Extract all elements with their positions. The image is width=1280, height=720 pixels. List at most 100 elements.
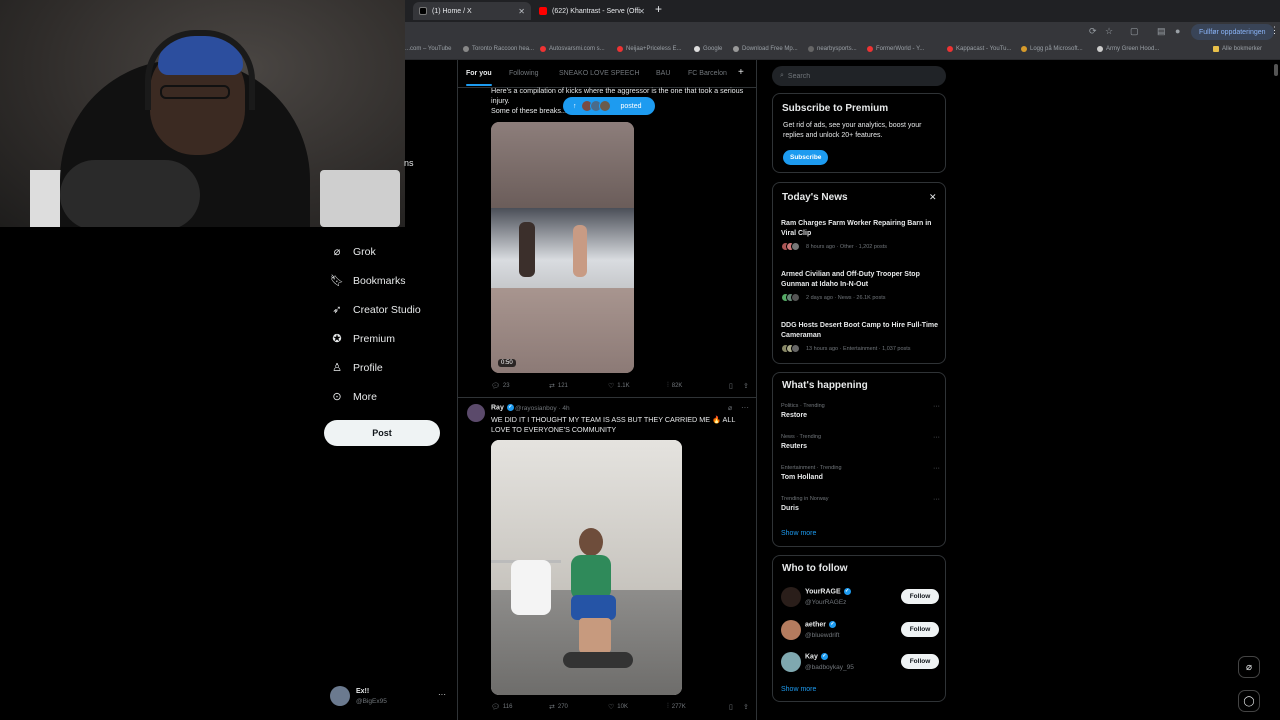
share-button[interactable]: ⇪ [743, 703, 752, 711]
trend-item[interactable]: Trending in Norway Duris ··· [781, 496, 941, 512]
trend-context: News · Trending [781, 434, 822, 440]
search-input[interactable]: ⌕ [772, 66, 946, 86]
tweet-author-name[interactable]: Ray ✓ [491, 404, 517, 411]
repost-button[interactable]: ⇄ 121 [549, 382, 568, 390]
bookmark-item[interactable]: Google [694, 46, 722, 52]
video-frame-arena [491, 208, 634, 288]
messages-float-button[interactable]: ◯ [1238, 690, 1260, 712]
like-button[interactable]: ♡ 10K [608, 703, 628, 711]
grok-float-button[interactable]: ⌀ [1238, 656, 1260, 678]
more-icon[interactable]: ··· [933, 496, 940, 503]
photo-toilet [511, 560, 551, 615]
close-icon[interactable]: ✕ [518, 7, 525, 16]
tweet-author-handle[interactable]: @rayosianboy · 4h [515, 405, 570, 412]
more-icon[interactable]: ··· [933, 434, 940, 441]
views-button[interactable]: ⫶ 277K [667, 703, 686, 711]
bookmark-item[interactable]: ...com – YouTube [405, 46, 451, 52]
show-more-link[interactable]: Show more [781, 530, 816, 537]
close-icon[interactable]: ✕ [929, 192, 937, 203]
follow-suggestion[interactable]: Kay ✓ @badboykay_95 Follow [781, 650, 941, 674]
bookmark-item[interactable]: FormerWorld - Y... [867, 46, 924, 52]
nav-item-profile[interactable]: ♙ Profile [320, 353, 455, 382]
tweet-video[interactable]: 0:50 [491, 122, 634, 373]
scrollbar[interactable] [1274, 64, 1278, 76]
bookmark-item[interactable]: Autosvarsmi.com s... [540, 46, 605, 52]
trend-item[interactable]: Politics · Trending Restore ··· [781, 403, 941, 419]
new-posts-pill[interactable]: ↑ posted [563, 97, 655, 115]
like-button[interactable]: ♡ 1.1K [608, 382, 630, 390]
reply-button[interactable]: 💬︎ 23 [491, 382, 510, 390]
tab-bau[interactable]: BAU [656, 70, 670, 77]
tab-fc-barcelona[interactable]: FC Barcelon [688, 70, 727, 77]
bookmark-item[interactable]: Logg på Microsoft... [1021, 46, 1083, 52]
bookmark-item[interactable]: Toronto Raccoon hea... [463, 46, 534, 52]
bookmark-button[interactable]: ▯ [729, 382, 736, 390]
show-more-link[interactable]: Show more [781, 686, 816, 693]
bookmark-item[interactable]: Army Green Hood... [1097, 46, 1159, 52]
bookmark-folder[interactable]: Alle bokmerker [1213, 46, 1262, 52]
add-tab-icon[interactable]: + [738, 67, 744, 78]
news-item[interactable]: Armed Civilian and Off-Duty Trooper Stop… [781, 270, 941, 302]
browser-tab-home[interactable]: (1) Home / X ✕ [413, 2, 531, 20]
news-headline: Ram Charges Farm Worker Repairing Barn i… [781, 220, 932, 237]
sidepanel-icon[interactable]: ▤ [1157, 26, 1166, 37]
avatar[interactable] [467, 404, 485, 422]
more-icon[interactable]: ··· [741, 403, 749, 412]
account-switcher[interactable]: Ex!! @BigEx95 ··· [330, 686, 450, 710]
menu-icon[interactable]: ⋮ [1270, 25, 1279, 36]
trend-item[interactable]: Entertainment · Trending Tom Holland ··· [781, 465, 941, 481]
puzzle-icon[interactable]: ▢ [1130, 26, 1139, 37]
profile-avatar-icon[interactable]: ● [1175, 26, 1180, 36]
follow-suggestion[interactable]: YourRAGE ✓ @YourRAGEz Follow [781, 585, 941, 609]
bookmark-item[interactable]: Neijaa+Priceless E... [617, 46, 682, 52]
news-item[interactable]: Ram Charges Farm Worker Repairing Barn i… [781, 219, 941, 251]
bookmark-item[interactable]: Download Free Mp... [733, 46, 798, 52]
bookmark-item[interactable]: Kappacast - YouTu... [947, 46, 1011, 52]
whats-happening-card: What's happening Politics · Trending Res… [772, 372, 946, 547]
bookmark-button[interactable]: ▯ [729, 703, 736, 711]
nav-item-bookmarks[interactable]: 🔖︎ Bookmarks [320, 266, 455, 295]
follow-button[interactable]: Follow [901, 622, 939, 637]
subscribe-button[interactable]: Subscribe [783, 150, 829, 165]
browser-toolbar: ⟳ ☆ ▢ ▤ ● Fullfør oppdateringen ⋮ [405, 22, 1280, 42]
more-icon[interactable]: ··· [933, 465, 940, 472]
repost-button[interactable]: ⇄ 270 [549, 703, 568, 711]
nav-item-more[interactable]: ⊙ More [320, 382, 455, 411]
post-button[interactable]: Post [324, 420, 440, 446]
extension-icon[interactable]: ⟳ [1089, 26, 1097, 37]
tweet-photo[interactable] [491, 440, 682, 695]
more-icon[interactable]: ··· [933, 403, 940, 410]
share-button[interactable]: ⇪ [743, 382, 752, 390]
trend-context: Politics · Trending [781, 403, 825, 409]
left-nav: ⌀ Grok 🔖︎ Bookmarks ➶ Creator Studio ✪ P… [320, 237, 455, 411]
nav-item-premium[interactable]: ✪ Premium [320, 324, 455, 353]
update-button[interactable]: Fullfør oppdateringen [1191, 24, 1274, 40]
nav-item-creator-studio[interactable]: ➶ Creator Studio [320, 295, 455, 324]
news-title: Today's News [782, 192, 848, 203]
follow-button[interactable]: Follow [901, 589, 939, 604]
tab-title: (1) Home / X [432, 7, 472, 15]
grok-icon[interactable]: ⌀ [728, 404, 732, 412]
bookmark-item[interactable]: nearbysports... [808, 46, 857, 52]
arrow-up-icon: ↑ [573, 102, 577, 110]
trend-item[interactable]: News · Trending Reuters ··· [781, 434, 941, 450]
search-field[interactable] [787, 72, 928, 80]
suggestion-name: aether ✓ [805, 621, 837, 629]
tab-following[interactable]: Following [509, 70, 539, 77]
news-item[interactable]: DDG Hosts Desert Boot Camp to Hire Full-… [781, 321, 941, 353]
photo-person-shirt [571, 555, 611, 600]
tab-sneako-love-speech[interactable]: SNEAKO LOVE SPEECH [559, 70, 640, 77]
tab-for-you[interactable]: For you [466, 70, 492, 86]
divider [458, 397, 756, 398]
close-icon[interactable]: ✕ [638, 7, 645, 16]
nav-item-grok[interactable]: ⌀ Grok [320, 237, 455, 266]
video-frame-top [491, 122, 634, 208]
reply-button[interactable]: 💬︎ 116 [491, 703, 512, 711]
follow-button[interactable]: Follow [901, 654, 939, 669]
new-tab-icon[interactable]: + [655, 2, 662, 16]
more-icon[interactable]: ··· [438, 690, 446, 699]
views-button[interactable]: ⫶ 82K [667, 382, 682, 390]
browser-tab-youtube[interactable]: (622) Khantrast - Serve (Offi ✕ [533, 2, 651, 20]
follow-suggestion[interactable]: aether ✓ @bluewdrift Follow [781, 618, 941, 642]
star-icon[interactable]: ☆ [1105, 26, 1113, 37]
